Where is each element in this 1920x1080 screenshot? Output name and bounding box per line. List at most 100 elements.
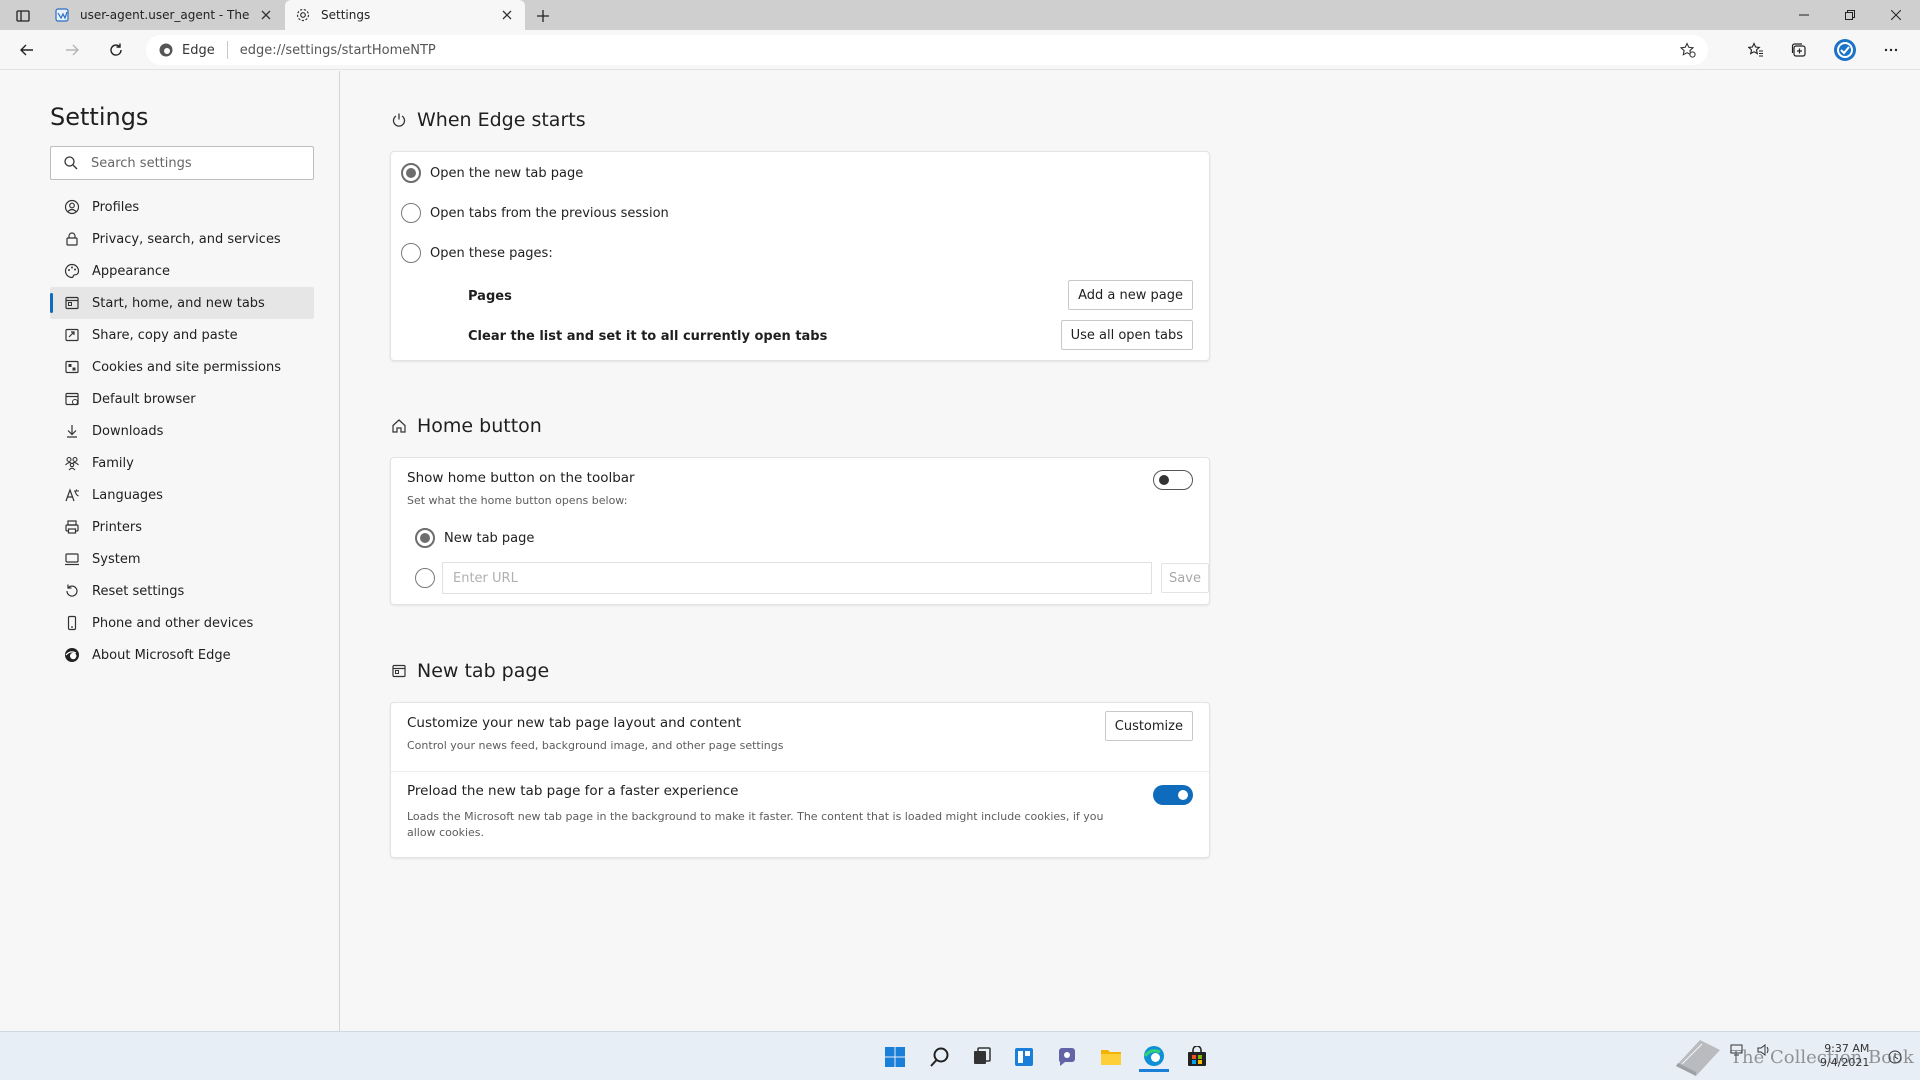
book-logo-icon <box>1676 1040 1720 1076</box>
sidebar-item-languages[interactable]: Languages <box>50 479 314 511</box>
task-view-icon <box>974 1047 991 1064</box>
settings-sidebar: Settings Profiles Privacy, search, and s… <box>0 71 340 1031</box>
refresh-icon <box>110 43 122 56</box>
taskbar-search-button[interactable] <box>925 1042 955 1072</box>
search-box[interactable] <box>50 146 314 180</box>
startup-option-previous-session[interactable]: Open tabs from the previous session <box>401 203 669 223</box>
close-window-button[interactable] <box>1873 0 1919 30</box>
sidebar-item-system[interactable]: System <box>50 543 314 575</box>
minimize-button[interactable] <box>1781 0 1827 30</box>
radio-button[interactable] <box>415 528 435 548</box>
radio-button[interactable] <box>401 243 421 263</box>
sidebar-item-reset[interactable]: Reset settings <box>50 575 314 607</box>
search-input[interactable] <box>91 155 291 171</box>
sidebar-item-downloads[interactable]: Downloads <box>50 415 314 447</box>
close-icon <box>1891 10 1901 20</box>
save-url-button[interactable]: Save <box>1161 563 1209 593</box>
show-home-toggle[interactable] <box>1153 470 1193 490</box>
star-add-icon <box>1680 42 1696 58</box>
page-title: Settings <box>50 103 149 131</box>
tab-user-agent[interactable]: user-agent.user_agent - The Coll <box>44 0 284 30</box>
task-view-button[interactable] <box>967 1042 997 1072</box>
new-tab-page-card: Customize your new tab page layout and c… <box>390 702 1210 858</box>
file-explorer-button[interactable] <box>1096 1042 1126 1072</box>
collections-icon <box>1791 43 1806 57</box>
close-icon <box>502 10 512 20</box>
download-icon <box>67 425 77 438</box>
startup-option-new-tab[interactable]: Open the new tab page <box>401 163 583 183</box>
url-text[interactable]: edge://settings/startHomeNTP <box>240 43 436 58</box>
radio-button[interactable] <box>401 203 421 223</box>
arrow-right-icon <box>66 44 79 56</box>
address-bar[interactable]: Edge edge://settings/startHomeNTP <box>146 35 1708 65</box>
profile-icon <box>64 199 80 215</box>
sidebar-item-label: Printers <box>92 519 143 535</box>
sidebar-item-phone[interactable]: Phone and other devices <box>50 607 314 639</box>
system-icon <box>65 553 79 566</box>
home-url-input[interactable] <box>442 562 1152 594</box>
tab-title: user-agent.user_agent - The Coll <box>80 8 252 22</box>
forward-button[interactable] <box>57 36 87 64</box>
radio-button[interactable] <box>401 163 421 183</box>
favorites-button[interactable] <box>1741 36 1771 64</box>
add-new-page-button[interactable]: Add a new page <box>1068 280 1193 310</box>
power-icon <box>392 113 406 127</box>
default-browser-icon <box>65 392 79 406</box>
palette-icon <box>64 263 80 279</box>
more-menu-button[interactable] <box>1876 36 1906 64</box>
close-icon <box>261 10 271 20</box>
windows-logo-icon <box>885 1047 905 1067</box>
collections-button[interactable] <box>1784 36 1814 64</box>
profile-button[interactable] <box>1830 36 1860 64</box>
plus-icon <box>537 10 549 22</box>
tab-settings[interactable]: Settings <box>285 0 525 30</box>
back-button[interactable] <box>12 36 42 64</box>
customize-button[interactable]: Customize <box>1104 711 1193 741</box>
store-button[interactable] <box>1182 1042 1212 1072</box>
maximize-button[interactable] <box>1827 0 1873 30</box>
sidebar-item-cookies[interactable]: Cookies and site permissions <box>50 351 314 383</box>
sidebar-item-printers[interactable]: Printers <box>50 511 314 543</box>
windows-taskbar: 9:37 AM 9/4/2021 <box>0 1031 1920 1080</box>
start-button[interactable] <box>880 1042 910 1072</box>
tab-title: Settings <box>321 8 371 22</box>
radio-button[interactable] <box>415 568 435 588</box>
sidebar-item-appearance[interactable]: Appearance <box>50 255 314 287</box>
tab-close-button[interactable] <box>499 7 515 23</box>
sidebar-item-label: About Microsoft Edge <box>92 647 231 663</box>
section-title-home: Home button <box>391 415 542 437</box>
tab-actions-button[interactable] <box>10 5 36 27</box>
refresh-button[interactable] <box>101 36 131 64</box>
preload-toggle[interactable] <box>1153 785 1193 805</box>
chat-button[interactable] <box>1052 1042 1082 1072</box>
home-option-new-tab[interactable]: New tab page <box>415 528 534 548</box>
sidebar-item-privacy[interactable]: Privacy, search, and services <box>50 223 314 255</box>
sidebar-item-start-home-new-tabs[interactable]: Start, home, and new tabs <box>50 287 314 319</box>
share-icon <box>65 328 79 342</box>
show-home-label: Show home button on the toolbar <box>407 470 635 486</box>
new-tab-button[interactable] <box>532 5 554 27</box>
more-dots-icon <box>1884 48 1898 52</box>
sidebar-item-label: System <box>92 551 141 567</box>
widgets-button[interactable] <box>1009 1042 1039 1072</box>
sidebar-item-about[interactable]: About Microsoft Edge <box>50 639 314 671</box>
sidebar-item-profiles[interactable]: Profiles <box>50 191 314 223</box>
add-favorite-button[interactable] <box>1680 42 1696 58</box>
sidebar-item-default-browser[interactable]: Default browser <box>50 383 314 415</box>
sidebar-item-label: Privacy, search, and services <box>92 231 281 247</box>
search-icon <box>64 156 78 170</box>
sidebar-item-share[interactable]: Share, copy and paste <box>50 319 314 351</box>
sidebar-item-label: Start, home, and new tabs <box>92 295 265 311</box>
reset-icon <box>66 584 78 597</box>
sidebar-item-label: Languages <box>92 487 163 503</box>
cookies-icon <box>65 360 79 374</box>
use-all-open-tabs-button[interactable]: Use all open tabs <box>1060 320 1193 350</box>
sidebar-item-label: Default browser <box>92 391 196 407</box>
sidebar-item-family[interactable]: Family <box>50 447 314 479</box>
tab-close-button[interactable] <box>258 7 274 23</box>
section-title-startup: When Edge starts <box>391 109 586 131</box>
preload-sub: Loads the Microsoft new tab page in the … <box>407 810 1104 839</box>
home-option-url[interactable] <box>415 568 435 588</box>
startup-option-these-pages[interactable]: Open these pages: <box>401 243 553 263</box>
edge-taskbar-button[interactable] <box>1139 1042 1169 1072</box>
